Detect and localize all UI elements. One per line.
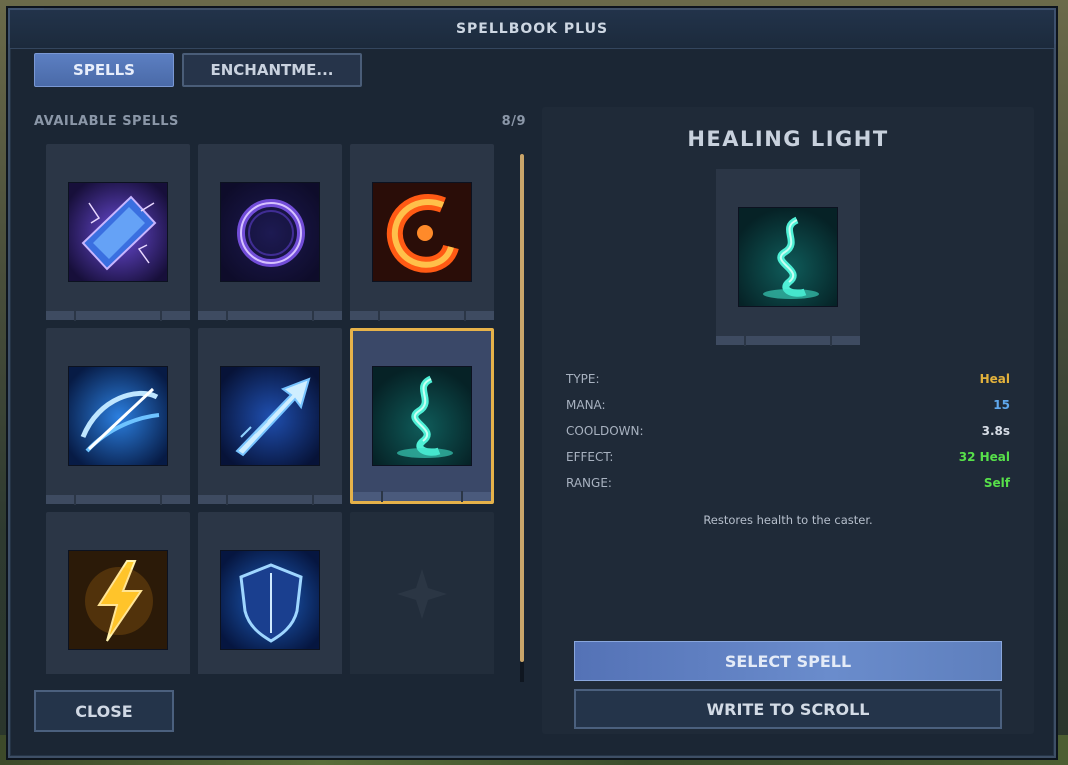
spell-list-header: AVAILABLE SPELLS 8/9 (34, 114, 526, 129)
scrollbar-thumb[interactable] (520, 154, 524, 662)
lightning-bolt-icon (68, 550, 168, 650)
slot-base (353, 491, 491, 502)
spell-slot-fire-swirl[interactable] (350, 144, 494, 321)
tab-spells[interactable]: SPELLS (34, 53, 174, 87)
stat-cooldown: COOLDOWN: 3.8s (566, 424, 1010, 450)
stat-label: MANA: (566, 398, 606, 412)
stat-value: 32 Heal (958, 450, 1010, 464)
stat-value: 3.8s (981, 424, 1010, 438)
slot-base (716, 335, 860, 346)
ice-arrow-icon (220, 366, 320, 466)
spell-slot-frost-shield[interactable] (198, 512, 342, 674)
stat-range: RANGE: Self (566, 476, 1010, 502)
arcane-crystal-icon (68, 182, 168, 282)
spell-slot-healing-light[interactable] (350, 328, 494, 504)
slot-base (46, 310, 190, 321)
stat-label: COOLDOWN: (566, 424, 644, 438)
slot-base (350, 310, 494, 321)
frost-slash-icon (68, 366, 168, 466)
spell-description: Restores health to the caster. (703, 513, 873, 527)
slot-base (198, 494, 342, 505)
window-title: SPELLBOOK PLUS (455, 21, 609, 37)
spell-stats: TYPE: Heal MANA: 15 COOLDOWN: 3.8s EFFEC… (566, 372, 1010, 502)
spell-detail-panel: HEALING LIGHT TYPE: Heal MANA: 15 COOLDO… (542, 107, 1034, 734)
spell-slot-arcane-crystal[interactable] (46, 144, 190, 321)
frost-shield-icon (220, 550, 320, 650)
spell-slot-frost-slash[interactable] (46, 328, 190, 505)
fire-swirl-icon (372, 182, 472, 282)
healing-light-icon (372, 366, 472, 466)
stat-effect: EFFECT: 32 Heal (566, 450, 1010, 476)
slot-base (46, 494, 190, 505)
spell-grid (46, 144, 498, 674)
title-bar[interactable]: SPELLBOOK PLUS (10, 10, 1054, 49)
spell-slot-arcane-ring[interactable] (198, 144, 342, 321)
arcane-ring-icon (220, 182, 320, 282)
spellbook-window: SPELLBOOK PLUS SPELLS ENCHANTME... AVAIL… (8, 8, 1056, 758)
spell-slot-empty[interactable] (350, 512, 494, 674)
stat-label: RANGE: (566, 476, 612, 490)
spell-name: HEALING LIGHT (687, 127, 889, 151)
spell-slot-lightning-bolt[interactable] (46, 512, 190, 674)
stat-mana: MANA: 15 (566, 398, 1010, 424)
stat-value: Heal (979, 372, 1010, 386)
stat-value: Self (983, 476, 1010, 490)
stat-label: EFFECT: (566, 450, 614, 464)
close-button[interactable]: CLOSE (34, 690, 174, 732)
empty-slot-icon (397, 569, 447, 619)
slot-base (198, 310, 342, 321)
tab-enchantments[interactable]: ENCHANTME... (182, 53, 362, 87)
select-spell-button[interactable]: SELECT SPELL (574, 641, 1002, 681)
healing-light-icon (738, 207, 838, 307)
write-to-scroll-button[interactable]: WRITE TO SCROLL (574, 689, 1002, 729)
spell-list-title: AVAILABLE SPELLS (34, 114, 179, 129)
stat-label: TYPE: (566, 372, 600, 386)
stat-type: TYPE: Heal (566, 372, 1010, 398)
spell-slot-ice-arrow[interactable] (198, 328, 342, 505)
stat-value: 15 (993, 398, 1010, 412)
detail-spell-slot (716, 169, 860, 346)
spell-count: 8/9 (501, 114, 526, 129)
